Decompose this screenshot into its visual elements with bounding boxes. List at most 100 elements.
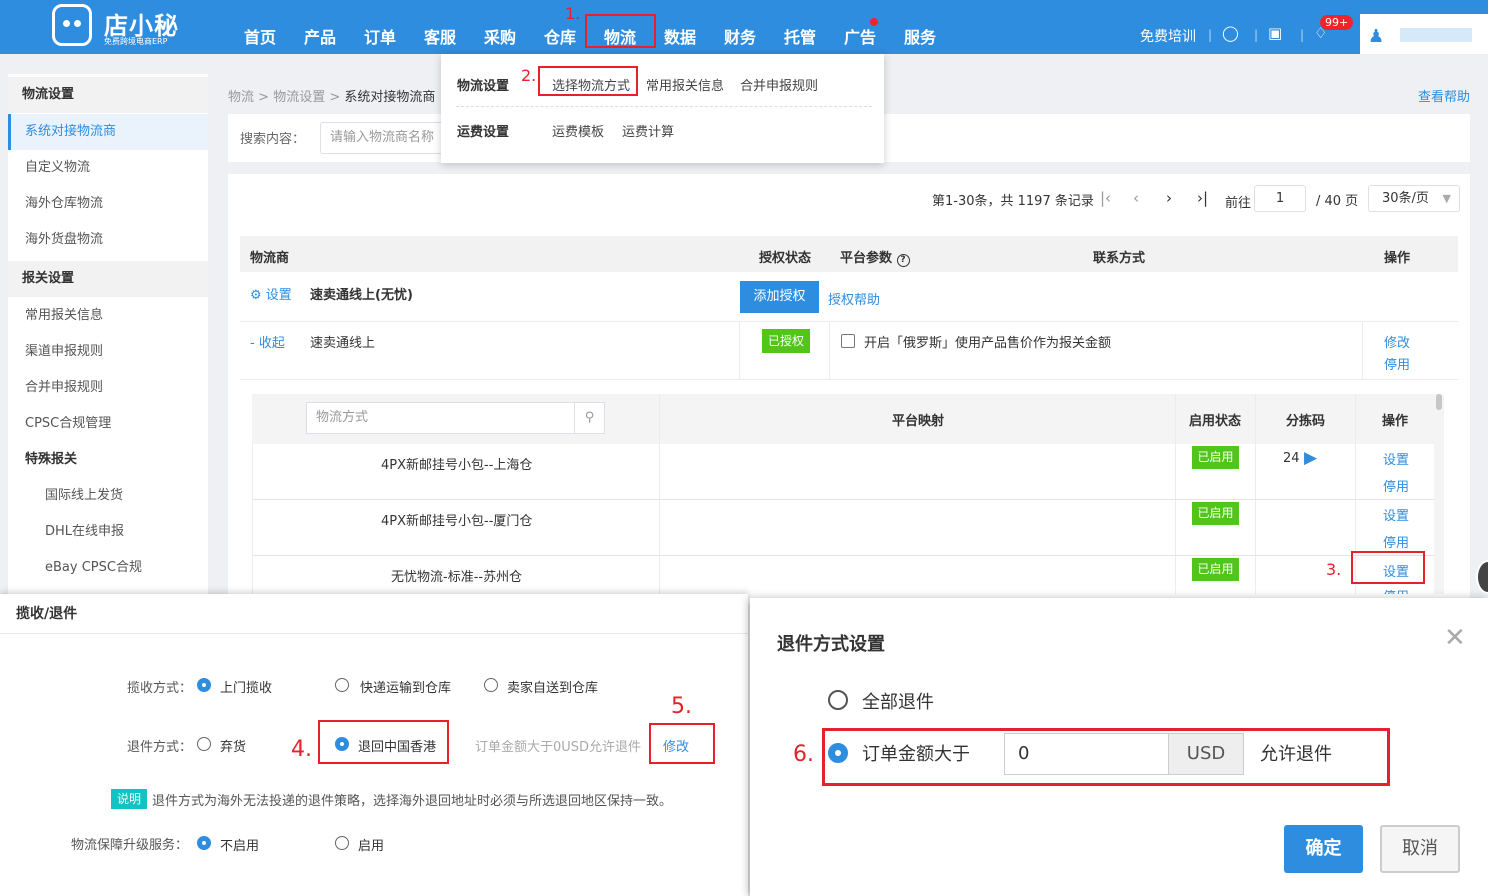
add-auth-button[interactable]: 添加授权 [740, 281, 819, 313]
floating-helper-button[interactable] [1476, 560, 1488, 594]
column-divider [829, 322, 830, 380]
method-settings-link[interactable]: 设置 [1383, 505, 1409, 524]
nav-warehouse[interactable]: 仓库 [544, 24, 576, 48]
auth-help-link[interactable]: 授权帮助 [828, 289, 880, 308]
method-search-input[interactable]: 物流方式 [306, 402, 574, 434]
prev-page-icon[interactable]: ‹ [1133, 189, 1139, 207]
nav-ads[interactable]: 广告 [844, 24, 876, 48]
header-sort-code: 分拣码 [1286, 414, 1326, 429]
nav-finance[interactable]: 财务 [724, 24, 756, 48]
breadcrumb-settings[interactable]: 物流设置 [273, 90, 325, 105]
sidebar-item-cpsc[interactable]: CPSC合规管理 [8, 406, 208, 442]
disable-link[interactable]: 停用 [1384, 354, 1410, 373]
header-platform-params: 平台参数 ? [840, 247, 910, 267]
sidebar-item-channel-rules[interactable]: 渠道申报规则 [8, 334, 208, 370]
pickup-door-radio[interactable] [197, 678, 211, 692]
pickup-self-label[interactable]: 卖家自送到仓库 [507, 677, 598, 696]
sidebar-item-customs-info[interactable]: 常用报关信息 [8, 298, 208, 334]
edit-link[interactable]: 修改 [1384, 332, 1410, 351]
return-abandon-radio[interactable] [197, 737, 211, 751]
free-training-link[interactable]: 免费培训 [1140, 26, 1196, 46]
sidebar-item-system-carriers[interactable]: 系统对接物流商 [8, 114, 208, 150]
scrollbar-thumb[interactable] [1436, 394, 1442, 410]
insurance-on-label[interactable]: 启用 [358, 835, 384, 854]
nav-hosting[interactable]: 托管 [784, 24, 816, 48]
dropdown-heading-freight: 运费设置 [457, 125, 510, 140]
nav-products[interactable]: 产品 [304, 24, 336, 48]
help-link[interactable]: 查看帮助 [1418, 86, 1470, 105]
dropdown-item-freight-template[interactable]: 运费模板 [552, 121, 604, 140]
nav-purchase[interactable]: 采购 [484, 24, 516, 48]
return-abandon-label[interactable]: 弃货 [220, 736, 246, 755]
user-icon[interactable]: ♟ [1368, 26, 1384, 47]
dropdown-item-freight-calc[interactable]: 运费计算 [622, 121, 674, 140]
question-icon[interactable]: ? [896, 254, 910, 267]
last-page-icon[interactable]: ›| [1197, 189, 1208, 207]
method-disable-link[interactable]: 停用 [1383, 532, 1409, 551]
speaker-icon[interactable]: ▶ [1304, 448, 1317, 468]
chevron-down-icon: ▼ [1442, 192, 1451, 205]
search-icon[interactable]: ⚲ [574, 402, 605, 434]
dropdown-item-merge-rules[interactable]: 合并申报规则 [740, 75, 818, 94]
column-divider [1255, 444, 1256, 594]
annotation-box-5 [649, 723, 715, 764]
insurance-on-radio[interactable] [335, 836, 349, 850]
sidebar-item-ebay-cpsc[interactable]: eBay CPSC合规 [8, 550, 208, 586]
panel-title: 揽收/退件 [16, 606, 78, 622]
page-size-value: 30条/页 [1382, 191, 1429, 206]
nav-service[interactable]: 客服 [424, 24, 456, 48]
carrier-settings-link[interactable]: ⚙ 设置 [250, 284, 292, 303]
first-page-icon[interactable]: |‹ [1100, 189, 1111, 207]
russia-price-label: 开启「俄罗斯」使用产品售价作为报关金额 [864, 336, 1112, 351]
pickup-express-label[interactable]: 快递运输到仓库 [360, 677, 451, 696]
pickup-self-radio[interactable] [484, 678, 498, 692]
collapse-link[interactable]: - 收起 [250, 332, 285, 351]
close-icon[interactable]: ✕ [1444, 623, 1466, 653]
return-all-radio[interactable] [828, 690, 848, 710]
insurance-off-radio[interactable] [197, 836, 211, 850]
return-all-label[interactable]: 全部退件 [862, 688, 934, 714]
sidebar-item-overseas-pallet[interactable]: 海外货盘物流 [8, 222, 208, 258]
next-page-icon[interactable]: › [1166, 189, 1172, 207]
robot-logo-icon[interactable] [52, 4, 92, 46]
confirm-button[interactable]: 确定 [1284, 825, 1363, 873]
method-name: 4PX新邮挂号小包--上海仓 [381, 458, 533, 473]
breadcrumb-logistics[interactable]: 物流 [228, 90, 254, 105]
tip-text: 退件方式为海外无法投递的退件策略，选择海外退回地址时必须与所选退回地区保持一致。 [152, 794, 673, 809]
search-input[interactable]: 请输入物流商名称 [320, 122, 450, 154]
headset-icon[interactable]: ◯ [1222, 24, 1239, 42]
header-carrier: 物流商 [250, 251, 290, 266]
russia-price-checkbox[interactable] [841, 334, 855, 348]
scrollbar[interactable] [1434, 394, 1444, 594]
sidebar-item-merge-rules[interactable]: 合并申报规则 [8, 370, 208, 406]
method-disable-link[interactable]: 停用 [1383, 586, 1409, 594]
ads-notification-dot [870, 18, 878, 26]
row-divider [252, 499, 1434, 500]
nav-orders[interactable]: 订单 [364, 24, 396, 48]
insurance-label: 物流保障升级服务： [71, 838, 189, 853]
sidebar-heading-special: 特殊报关 [25, 452, 78, 467]
page-size-select[interactable]: 30条/页 ▼ [1368, 185, 1460, 212]
sidebar-item-custom-logistics[interactable]: 自定义物流 [8, 150, 208, 186]
cancel-button[interactable]: 取消 [1380, 825, 1460, 873]
insurance-off-label[interactable]: 不启用 [220, 835, 259, 854]
annotation-box-3 [1351, 551, 1425, 584]
dropdown-item-customs-info[interactable]: 常用报关信息 [646, 75, 724, 94]
sidebar-item-overseas-warehouse[interactable]: 海外仓库物流 [8, 186, 208, 222]
page-number-input[interactable]: 1 [1254, 185, 1306, 212]
nav-home[interactable]: 首页 [244, 24, 276, 48]
pickup-door-label[interactable]: 上门揽收 [220, 677, 272, 696]
dropdown-heading-logistics: 物流设置 [457, 79, 510, 94]
sidebar-item-intl-online[interactable]: 国际线上发货 [8, 478, 208, 514]
annotation-step-4: 4. [291, 737, 312, 762]
method-settings-link[interactable]: 设置 [1383, 449, 1409, 468]
breadcrumb: 物流 > 物流设置 > 系统对接物流商 [228, 86, 435, 105]
sidebar-item-dhl[interactable]: DHL在线申报 [8, 514, 208, 550]
nav-services[interactable]: 服务 [904, 24, 936, 48]
book-icon[interactable]: ▣ [1268, 24, 1282, 42]
nav-separator: | [1300, 28, 1305, 42]
method-disable-link[interactable]: 停用 [1383, 476, 1409, 495]
pickup-express-radio[interactable] [335, 678, 349, 692]
notification-badge: 99+ [1320, 15, 1354, 30]
nav-data[interactable]: 数据 [664, 24, 696, 48]
